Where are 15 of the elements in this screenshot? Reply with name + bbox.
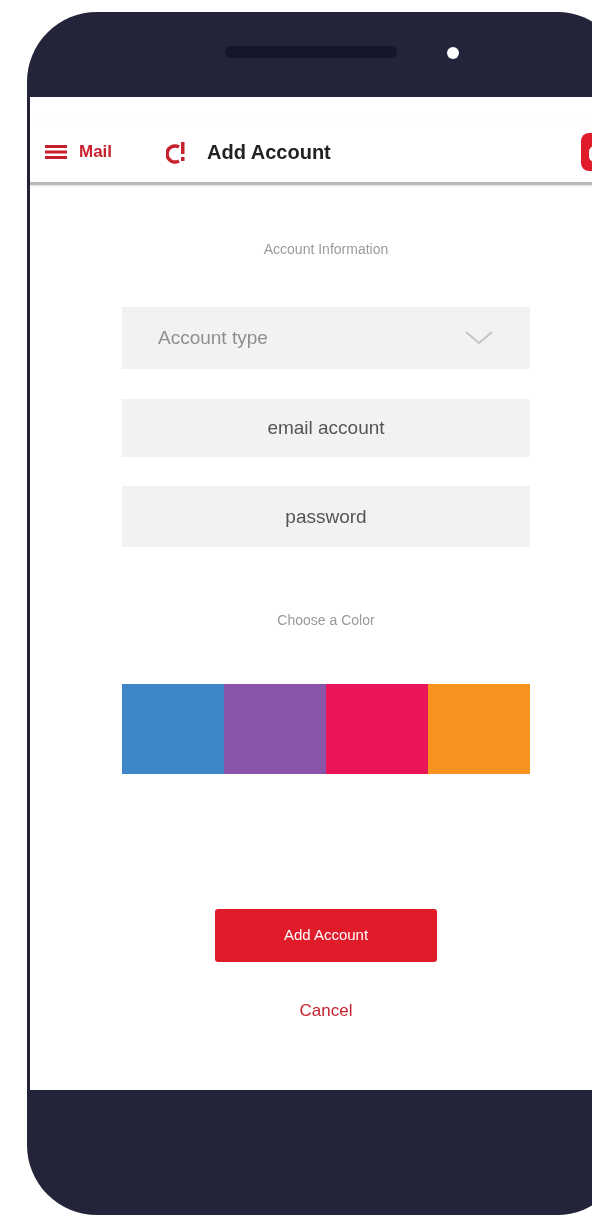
email-field[interactable]: email account [122, 399, 530, 457]
password-field[interactable]: password [122, 486, 530, 547]
color-swatch[interactable] [326, 684, 428, 774]
account-type-select[interactable]: Account type [122, 307, 530, 369]
menu-button[interactable]: Mail [45, 138, 113, 165]
menu-icon [45, 143, 67, 160]
cancel-link[interactable]: Cancel [299, 998, 353, 1024]
screen-title: Add Account [207, 139, 331, 165]
color-swatch[interactable] [122, 684, 224, 774]
color-swatch[interactable] [224, 684, 326, 774]
section-title: Choose a Color [276, 611, 376, 630]
add-account-button[interactable]: Add Account [215, 909, 437, 962]
chevron-down-icon [464, 330, 494, 346]
color-swatch[interactable] [428, 684, 530, 774]
section-title: Account Information [262, 240, 390, 259]
